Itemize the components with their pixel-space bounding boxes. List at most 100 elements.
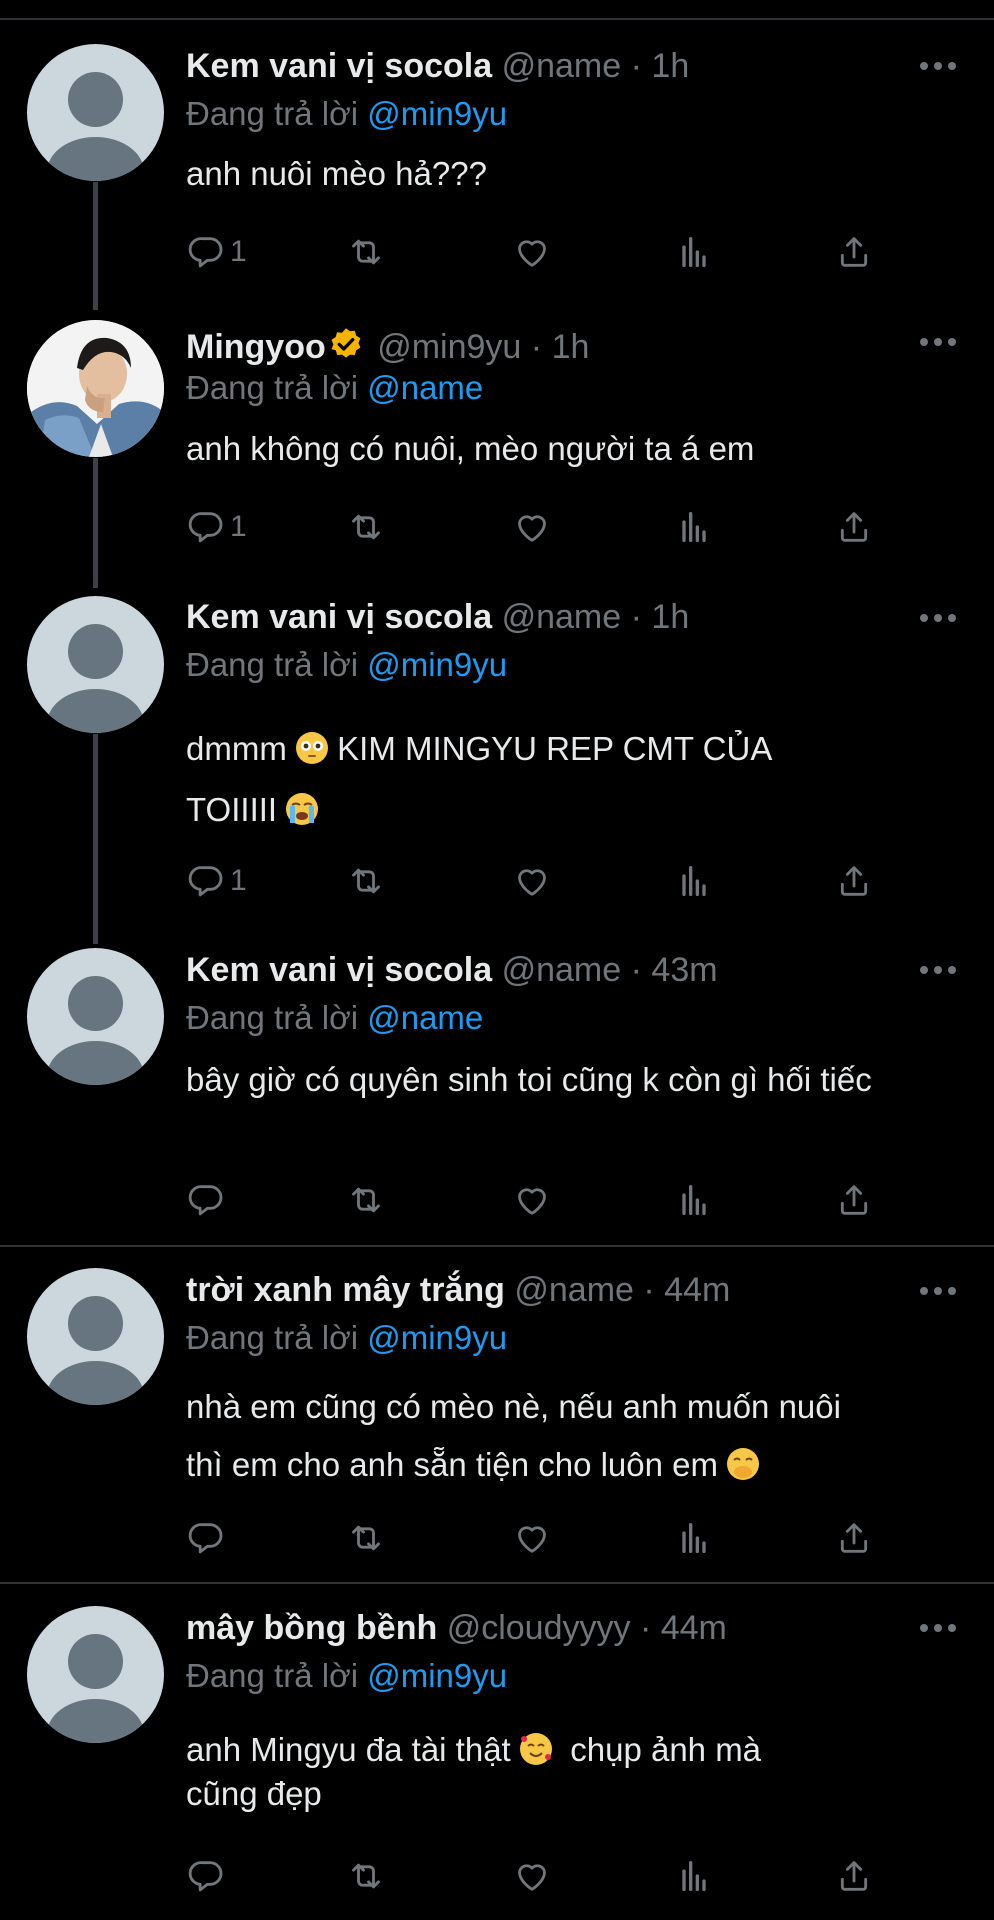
smiling-hearts-emoji-icon — [519, 1733, 552, 1765]
analytics-button[interactable] — [674, 507, 714, 547]
share-button[interactable] — [834, 1518, 874, 1558]
timestamp[interactable]: 1h — [651, 598, 689, 636]
mention-link[interactable]: @min9yu — [367, 1319, 507, 1356]
timestamp[interactable]: 1h — [552, 328, 590, 366]
reply-button[interactable] — [186, 1180, 230, 1220]
avatar[interactable] — [27, 596, 164, 733]
more-icon[interactable] — [920, 338, 956, 348]
more-icon[interactable] — [920, 62, 956, 72]
avatar[interactable] — [27, 1268, 164, 1405]
mention-link[interactable]: @name — [367, 999, 483, 1036]
display-name[interactable]: Kem vani vị socola — [186, 598, 492, 636]
separator-dot: · — [643, 1271, 655, 1309]
avatar[interactable] — [27, 1606, 164, 1743]
retweet-button[interactable] — [346, 861, 386, 901]
more-icon[interactable] — [920, 1624, 956, 1634]
display-name[interactable]: Kem vani vị socola — [186, 47, 492, 85]
handle[interactable]: @min9yu — [377, 328, 521, 366]
retweet-icon — [346, 507, 386, 547]
separator-dot: · — [639, 1609, 652, 1647]
handle[interactable]: @name — [502, 951, 622, 989]
reply-button[interactable] — [186, 1856, 230, 1896]
mention-link[interactable]: @min9yu — [367, 95, 507, 132]
retweet-button[interactable] — [346, 1856, 386, 1896]
reply-button[interactable] — [186, 1518, 230, 1558]
analytics-icon — [674, 1180, 714, 1220]
like-icon — [512, 1856, 552, 1896]
share-icon — [834, 507, 874, 547]
reply-button[interactable]: 1 — [186, 507, 247, 547]
timestamp[interactable]: 44m — [661, 1609, 727, 1647]
more-icon[interactable] — [920, 966, 956, 976]
action-bar — [186, 1518, 886, 1558]
display-name[interactable]: Kem vani vị socola — [186, 951, 492, 989]
timestamp[interactable]: 44m — [664, 1271, 730, 1309]
like-button[interactable] — [512, 861, 552, 901]
retweet-button[interactable] — [346, 1518, 386, 1558]
retweet-icon — [346, 232, 386, 272]
like-button[interactable] — [512, 1518, 552, 1558]
share-button[interactable] — [834, 232, 874, 272]
display-name[interactable]: Mingyoo — [186, 328, 326, 366]
reply-prefix: Đang trả lời — [186, 95, 359, 132]
analytics-button[interactable] — [674, 1518, 714, 1558]
flushed-face-emoji-icon — [296, 732, 328, 764]
separator-dot: · — [630, 598, 642, 636]
like-button[interactable] — [512, 507, 552, 547]
more-icon[interactable] — [920, 614, 956, 624]
share-button[interactable] — [834, 1856, 874, 1896]
like-icon — [512, 1180, 552, 1220]
display-name[interactable]: mây bồng bềnh — [186, 1609, 437, 1647]
reply-prefix: Đang trả lời — [186, 1657, 359, 1694]
like-button[interactable] — [512, 1180, 552, 1220]
reply-button[interactable]: 1 — [186, 232, 247, 272]
tweet-text: dmmm KIM MINGYU REP CMT CỦA TOIIIII — [186, 718, 956, 840]
share-button[interactable] — [834, 1180, 874, 1220]
text-segment: anh Mingyu đa tài thật — [186, 1731, 511, 1768]
share-button[interactable] — [834, 861, 874, 901]
avatar[interactable] — [27, 44, 164, 181]
analytics-button[interactable] — [674, 232, 714, 272]
analytics-icon — [674, 507, 714, 547]
analytics-button[interactable] — [674, 1856, 714, 1896]
reply-prefix: Đang trả lời — [186, 369, 359, 406]
reply-icon — [186, 1856, 226, 1896]
text-segment: TOIIIII — [186, 791, 278, 828]
retweet-button[interactable] — [346, 1180, 386, 1220]
display-name[interactable]: trời xanh mây trắng — [186, 1271, 505, 1309]
handle[interactable]: @name — [502, 598, 622, 636]
mention-link[interactable]: @name — [367, 369, 483, 406]
analytics-button[interactable] — [674, 861, 714, 901]
mention-link[interactable]: @min9yu — [367, 1657, 507, 1694]
thread-line — [93, 458, 98, 588]
analytics-button[interactable] — [674, 1180, 714, 1220]
reply-icon — [186, 861, 226, 901]
timestamp[interactable]: 1h — [651, 47, 689, 85]
avatar[interactable] — [27, 948, 164, 1085]
like-icon — [512, 861, 552, 901]
like-button[interactable] — [512, 1856, 552, 1896]
text-segment: chụp ảnh mà — [570, 1731, 762, 1768]
handle[interactable]: @cloudyyyy — [447, 1609, 631, 1647]
share-icon — [834, 1180, 874, 1220]
retweet-button[interactable] — [346, 507, 386, 547]
handle[interactable]: @name — [502, 47, 622, 85]
text-segment: cũng đẹp — [186, 1775, 322, 1812]
more-icon[interactable] — [920, 1287, 956, 1297]
replying-to: Đang trả lời @min9yu — [186, 645, 507, 685]
retweet-button[interactable] — [346, 232, 386, 272]
like-icon — [512, 507, 552, 547]
mention-link[interactable]: @min9yu — [367, 646, 507, 683]
reply-icon — [186, 507, 226, 547]
text-segment: thì em cho anh sẵn tiện cho luôn em — [186, 1446, 718, 1483]
timestamp[interactable]: 43m — [651, 951, 717, 989]
action-bar: 1 — [186, 232, 886, 272]
analytics-icon — [674, 1856, 714, 1896]
handle[interactable]: @name — [514, 1271, 634, 1309]
replying-to: Đang trả lời @min9yu — [186, 1656, 507, 1696]
replying-to: Đang trả lời @min9yu — [186, 1318, 507, 1358]
share-button[interactable] — [834, 507, 874, 547]
reply-button[interactable]: 1 — [186, 861, 247, 901]
avatar[interactable] — [27, 320, 164, 457]
like-button[interactable] — [512, 232, 552, 272]
